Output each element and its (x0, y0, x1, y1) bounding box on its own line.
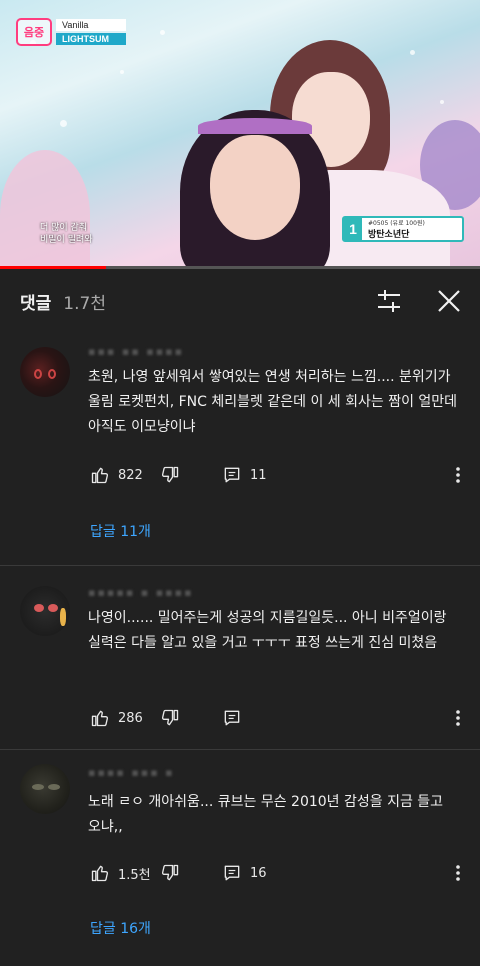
performer-left (0, 150, 90, 268)
like-button[interactable]: 286 (90, 706, 143, 730)
thumbs-up-icon (91, 710, 109, 727)
comment-divider (0, 565, 480, 566)
chart-info: #0505 (유료 100원) 방탄소년단 (362, 218, 425, 240)
more-vertical-icon (456, 710, 460, 726)
view-replies-link[interactable]: 답글 11개 (90, 521, 151, 541)
avatar[interactable] (20, 764, 70, 814)
filter-button[interactable] (374, 286, 404, 316)
like-count: 822 (118, 467, 143, 483)
sparkle-decoration (120, 70, 124, 74)
comment-text: 나영이...... 밀어주는게 성공의 지름길일듯... 아니 비주얼이랑 실력… (88, 610, 447, 651)
comments-title: 댓글 (20, 293, 52, 314)
song-info: Vanilla LIGHTSUM (56, 19, 126, 45)
performer-front-face (210, 135, 300, 240)
chart-rank: 1 (344, 218, 362, 240)
sparkle-decoration (160, 30, 165, 35)
reply-button[interactable]: 16 (222, 861, 267, 885)
dislike-button[interactable] (160, 706, 180, 730)
more-options-button[interactable] (450, 463, 466, 487)
thumbs-down-icon (161, 466, 179, 483)
sparkle-decoration (60, 120, 67, 127)
caption-line-1: 더 많이 감춰 (40, 223, 88, 233)
avatar[interactable] (20, 586, 70, 636)
reply-button[interactable] (222, 706, 242, 730)
comment-author-blurred[interactable]: ▪▪▪▪▪ ▪ ▪▪▪▪ (88, 586, 194, 599)
comment-icon (224, 467, 240, 483)
more-vertical-icon (456, 467, 460, 483)
thumbs-down-icon (161, 864, 179, 881)
sparkle-decoration (410, 50, 415, 55)
song-artist: LIGHTSUM (56, 33, 126, 45)
more-options-button[interactable] (450, 706, 466, 730)
comment-icon (224, 710, 240, 726)
comment-actions: 822 11 (88, 463, 468, 487)
reply-button[interactable]: 11 (222, 463, 267, 487)
comment-divider (0, 749, 480, 750)
chart-badge: 1 #0505 (유료 100원) 방탄소년단 (342, 216, 464, 242)
comment-actions: 286 (88, 706, 468, 730)
broadcast-logo: 음중 Vanilla LIGHTSUM (16, 18, 126, 46)
like-button[interactable]: 1.5천 (90, 861, 151, 885)
dislike-button[interactable] (160, 463, 180, 487)
more-options-button[interactable] (450, 861, 466, 885)
like-count: 286 (118, 710, 143, 726)
comment-author-blurred[interactable]: ▪▪▪▪ ▪▪▪ ▪ (88, 766, 175, 779)
thumbs-down-icon (161, 709, 179, 726)
comment-text: 초원, 나영 앞세워서 쌓여있는 연생 처리하는 느낌.... 분위기가 울림 … (88, 369, 458, 435)
sparkle-decoration (440, 100, 444, 104)
like-count: 1.5천 (118, 867, 151, 883)
more-vertical-icon (456, 865, 460, 881)
like-button[interactable]: 822 (90, 463, 143, 487)
show-logo-mark: 음중 (16, 18, 52, 46)
close-button[interactable] (434, 286, 464, 316)
performer-headband (198, 118, 312, 134)
comment-text: 노래 ㄹㅇ 개아쉬움... 큐브는 무슨 2010년 감성을 지금 들고 오냐,… (88, 794, 444, 835)
dislike-button[interactable] (160, 861, 180, 885)
reply-count: 11 (250, 467, 267, 483)
comment-actions: 1.5천 16 (88, 861, 468, 885)
comments-header: 댓글 1.7천 (0, 269, 480, 333)
lyrics-caption: 더 많이 감춰 비밀이 밀려와 (40, 222, 93, 246)
filter-sliders-icon (378, 290, 400, 312)
video-player[interactable]: 음중 Vanilla LIGHTSUM 더 많이 감춰 비밀이 밀려와 1 #0… (0, 0, 480, 268)
avatar[interactable] (20, 347, 70, 397)
thumbs-up-icon (91, 865, 109, 882)
song-title: Vanilla (56, 19, 126, 31)
close-icon (438, 290, 460, 312)
comment-icon (224, 865, 240, 881)
reply-count: 16 (250, 865, 267, 881)
chart-code: #0505 (유료 100원) (368, 220, 425, 227)
caption-line-2: 비밀이 밀려와 (40, 235, 93, 245)
comment-author-blurred[interactable]: ▪▪▪ ▪▪ ▪▪▪▪ (88, 345, 184, 358)
chart-artist: 방탄소년단 (368, 230, 410, 240)
view-replies-link[interactable]: 답글 16개 (90, 918, 151, 938)
comments-count: 1.7천 (63, 293, 106, 314)
thumbs-up-icon (91, 467, 109, 484)
